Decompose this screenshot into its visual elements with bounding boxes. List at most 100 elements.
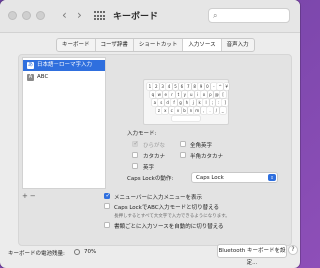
- abc-input-icon: A: [27, 74, 34, 81]
- tab-keyboard[interactable]: キーボード: [57, 39, 96, 51]
- key: 4: [166, 83, 172, 90]
- auto-switch-checkbox[interactable]: [104, 222, 110, 228]
- show-all-grid-icon[interactable]: [94, 11, 105, 21]
- key: f: [171, 99, 177, 106]
- key: .: [207, 107, 213, 114]
- key: m: [194, 107, 201, 114]
- key: 3: [159, 83, 166, 90]
- key: d: [164, 99, 171, 106]
- key: s: [158, 99, 165, 106]
- zoom-button[interactable]: [36, 11, 45, 20]
- battery-level-value: 70%: [84, 249, 97, 255]
- key: l: [203, 99, 209, 106]
- key: 1: [147, 83, 153, 90]
- key-row-3: a s d f g h j k l;:]: [152, 99, 229, 107]
- input-mode-heading: 入力モード:: [127, 131, 157, 137]
- keyboard-preferences-window: ‹ › キーボード ⌕ キーボード コーザ辞書 ショートカット 入力ソース 音声…: [0, 0, 300, 268]
- caps-lock-abc-label: Caps LockでABC入力モードと切り替える: [114, 205, 219, 211]
- key: j: [190, 99, 197, 106]
- tab-input-sources[interactable]: 入力ソース: [183, 39, 222, 51]
- tab-dictation[interactable]: 音声入力: [222, 39, 254, 51]
- key: ^: [217, 83, 224, 90]
- input-source-label: 日本語－ローマ字入力: [37, 62, 93, 68]
- show-input-menu-label: メニューバーに入力メニューを表示: [114, 195, 202, 201]
- search-icon: ⌕: [213, 11, 218, 20]
- katakana-label: カタカナ: [143, 154, 166, 160]
- key: t: [175, 91, 182, 98]
- setup-bluetooth-keyboard-button[interactable]: Bluetooth キーボードを設定...: [217, 244, 287, 266]
- key: ¥: [223, 83, 230, 90]
- caps-lock-value: Caps Lock: [196, 175, 224, 181]
- key: ;: [209, 99, 216, 106]
- input-source-abc[interactable]: A ABC: [23, 72, 105, 83]
- key: h: [183, 99, 190, 106]
- key: _: [219, 107, 226, 114]
- key: o: [201, 91, 207, 98]
- input-source-japanese-romaji[interactable]: あ 日本語－ローマ字入力: [23, 60, 105, 71]
- key: u: [188, 91, 195, 98]
- katakana-checkbox[interactable]: [132, 152, 138, 158]
- help-button[interactable]: ?: [288, 245, 298, 255]
- title-bar: ‹ › キーボード ⌕: [0, 0, 300, 33]
- key: c: [168, 107, 175, 114]
- caps-lock-abc-checkbox[interactable]: [104, 203, 110, 209]
- caps-lock-popup[interactable]: Caps Lock ⇕: [191, 172, 278, 183]
- search-field[interactable]: ⌕: [208, 8, 290, 23]
- close-button[interactable]: [8, 11, 17, 20]
- back-arrow-icon[interactable]: ‹: [62, 9, 67, 22]
- key: g: [177, 99, 184, 106]
- keyboard-layout-preview: 1 2 3 4 5 6 7 8 9 0- ^ ¥ q w e r t y u i o p @[ a s d f g h j k l;:] …: [143, 79, 230, 125]
- key: b: [181, 107, 188, 114]
- key: 8: [191, 83, 198, 90]
- key: e: [162, 91, 169, 98]
- key: p: [207, 91, 214, 98]
- key-row-2: q w e r t y u i o p @[: [150, 91, 227, 99]
- hiragana-checkbox: ✓: [132, 140, 139, 147]
- remove-source-button[interactable]: −: [30, 192, 38, 200]
- auto-switch-label: 書類ごとに入力ソースを自動的に切り替える: [114, 224, 224, 230]
- key: [: [220, 91, 227, 98]
- key: ,: [200, 107, 207, 114]
- show-input-menu-checkbox[interactable]: ✓: [104, 192, 111, 199]
- space-key: [172, 116, 200, 121]
- forward-arrow-icon[interactable]: ›: [77, 9, 82, 22]
- key: :: [215, 99, 222, 106]
- footer: キーボードの電池残量: 70% Bluetooth キーボードを設定... ?: [0, 244, 300, 268]
- input-source-label: ABC: [37, 74, 49, 80]
- hiragana-label: ひらがな: [143, 143, 166, 149]
- key: 7: [185, 83, 192, 90]
- key: w: [156, 91, 163, 98]
- roman-checkbox[interactable]: [132, 163, 138, 169]
- key: i: [194, 91, 201, 98]
- battery-level-label: キーボードの電池残量:: [8, 251, 65, 257]
- window-title: キーボード: [113, 12, 159, 22]
- caps-lock-label: Caps Lockの動作:: [127, 176, 174, 182]
- tab-shortcuts[interactable]: ショートカット: [134, 39, 184, 51]
- roman-label: 英字: [143, 165, 155, 171]
- key: a: [152, 99, 158, 106]
- add-source-button[interactable]: +: [22, 192, 30, 200]
- key-row-1: 1 2 3 4 5 6 7 8 9 0- ^ ¥: [147, 83, 230, 91]
- key: n: [187, 107, 194, 114]
- key: 0: [204, 83, 211, 90]
- key: v: [175, 107, 181, 114]
- tab-bar: キーボード コーザ辞書 ショートカット 入力ソース 音声入力: [56, 38, 255, 52]
- key: z: [156, 107, 162, 114]
- key: 5: [172, 83, 179, 90]
- add-remove-controls: +−: [22, 192, 38, 200]
- halfwidth-katakana-checkbox[interactable]: [180, 152, 186, 158]
- fullwidth-roman-checkbox[interactable]: [180, 141, 186, 147]
- fullwidth-roman-label: 全角英字: [190, 143, 213, 149]
- caps-lock-abc-description: 長押しするとすべて大文字で入力できるようになります。: [114, 214, 230, 219]
- key: 9: [198, 83, 204, 90]
- key-row-4: z x c v b n m,. / _: [156, 107, 226, 115]
- key: y: [181, 91, 188, 98]
- input-source-list: あ 日本語－ローマ字入力 A ABC: [22, 57, 106, 189]
- minimize-button[interactable]: [22, 11, 31, 20]
- key: q: [150, 91, 156, 98]
- key: 6: [178, 83, 185, 90]
- halfwidth-katakana-label: 半角カタカナ: [190, 154, 224, 160]
- key: ]: [222, 99, 229, 106]
- key: x: [162, 107, 169, 114]
- tab-user-dictionary[interactable]: コーザ辞書: [96, 39, 134, 51]
